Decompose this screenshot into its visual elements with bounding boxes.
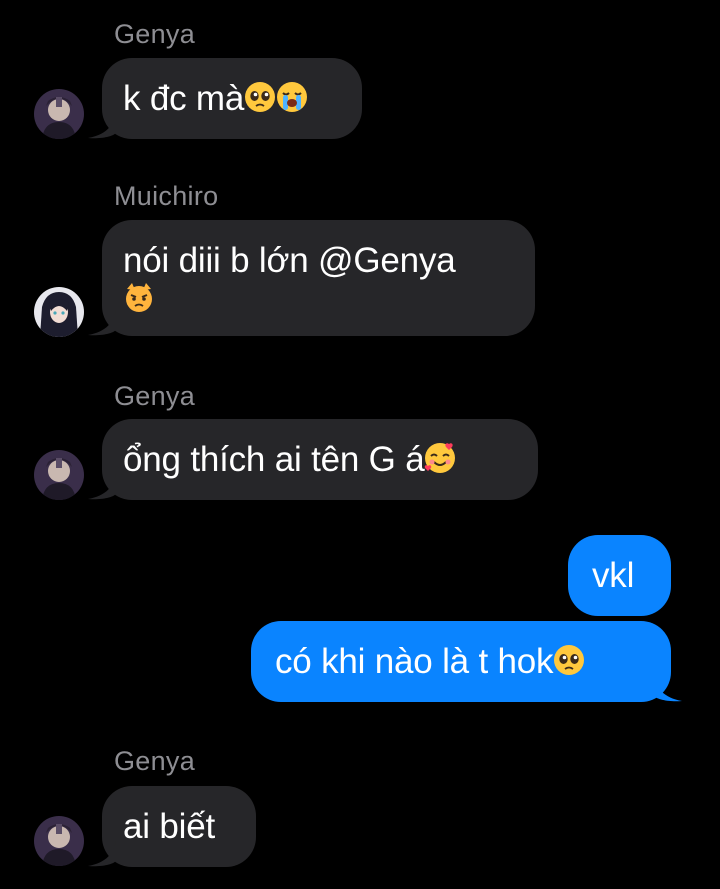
message-bubble[interactable]: nói diii b lớn @Genya — [102, 220, 535, 336]
bubble-tail — [88, 841, 116, 867]
pleading-face-icon — [244, 81, 276, 113]
avatar[interactable] — [34, 89, 84, 139]
avatar[interactable] — [34, 816, 84, 866]
bubble-tail — [88, 113, 116, 139]
bubble-tail — [654, 676, 682, 702]
message-bubble-outgoing[interactable]: có khi nào là t hok — [251, 621, 671, 702]
message-bubble[interactable]: ổng thích ai tên G á — [102, 419, 538, 500]
avatar[interactable] — [34, 450, 84, 500]
message-bubble[interactable]: ai biết — [102, 786, 256, 867]
message-text: nói diii b lớn @Genya — [123, 241, 456, 280]
sender-name: Genya — [114, 381, 196, 411]
bubble-tail — [88, 474, 116, 500]
loudly-crying-face-icon — [276, 81, 308, 113]
avatar[interactable] — [34, 287, 84, 337]
sender-name: Genya — [114, 19, 196, 49]
bubble-tail — [88, 310, 116, 336]
message-bubble-outgoing[interactable]: vkl — [568, 535, 671, 616]
smiling-face-with-hearts-icon — [424, 442, 456, 474]
message-text: k đc mà — [123, 79, 245, 118]
sender-name: Muichiro — [114, 181, 219, 211]
message-text: có khi nào là t hok — [275, 642, 554, 681]
message-text: ai biết — [123, 807, 215, 846]
pleading-face-icon — [553, 644, 585, 676]
message-bubble[interactable]: k đc mà — [102, 58, 362, 139]
message-text: vkl — [592, 556, 635, 595]
pouting-cat-face-icon — [123, 281, 155, 313]
message-text: ổng thích ai tên G á — [123, 440, 425, 479]
sender-name: Genya — [114, 746, 196, 776]
